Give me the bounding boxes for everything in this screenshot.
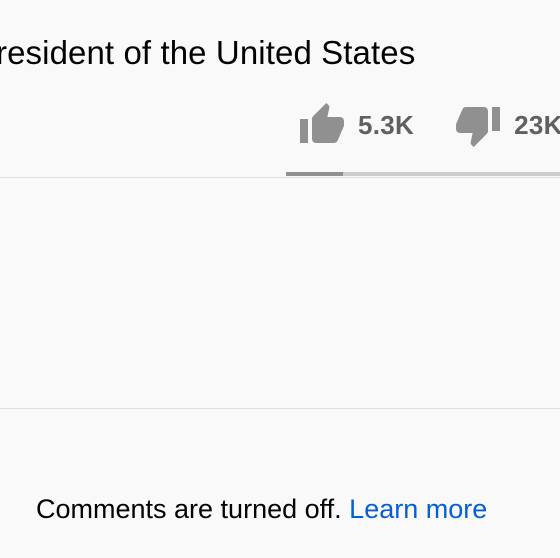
- dislike-count: 23K: [514, 109, 560, 140]
- thumb-up-icon: [298, 101, 346, 149]
- comments-disabled-message: Comments are turned off. Learn more: [36, 494, 487, 525]
- watch-page: resident of the United States 5.3K 23K C…: [0, 0, 560, 558]
- divider: [0, 408, 560, 409]
- video-actions: 5.3K 23K: [298, 100, 560, 150]
- thumb-down-icon: [454, 101, 502, 149]
- sentiment-bar: [286, 172, 560, 176]
- dislike-button[interactable]: 23K: [454, 101, 560, 149]
- divider: [0, 177, 560, 178]
- like-count: 5.3K: [358, 109, 415, 140]
- comments-disabled-text: Comments are turned off.: [36, 494, 342, 524]
- like-button[interactable]: 5.3K: [298, 101, 414, 149]
- sentiment-like-fill: [286, 172, 343, 176]
- video-title: resident of the United States: [0, 34, 416, 71]
- learn-more-link[interactable]: Learn more: [349, 494, 487, 524]
